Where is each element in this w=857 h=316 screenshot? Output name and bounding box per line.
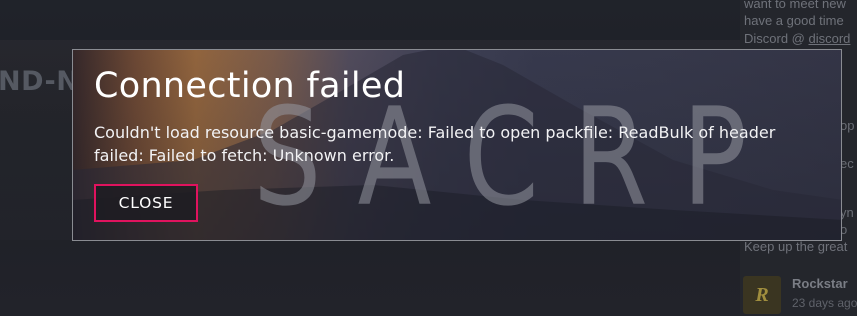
sidebar-partial-text: ec bbox=[840, 156, 854, 171]
error-message: Couldn't load resource basic-gamemode: F… bbox=[94, 123, 776, 165]
discord-link[interactable]: discord bbox=[809, 31, 851, 46]
rockstar-avatar[interactable]: R bbox=[743, 276, 781, 314]
sidebar-text-line: Keep up the great bbox=[744, 239, 848, 254]
sidebar-text-line: want to meet new bbox=[744, 0, 846, 11]
comment-date: 23 days ago bbox=[792, 296, 857, 310]
sidebar-partial-text: yn bbox=[840, 205, 854, 220]
comment-author[interactable]: Rockstar bbox=[792, 276, 848, 291]
dialog-title: Connection failed bbox=[94, 66, 406, 106]
sidebar-text-line: have a good time bbox=[744, 13, 844, 28]
sidebar-text-prefix: Discord @ bbox=[744, 31, 809, 46]
close-button[interactable]: CLOSE bbox=[94, 184, 198, 222]
screen: ND-N want to meet new have a good time D… bbox=[0, 0, 857, 316]
connection-failed-dialog: SACRP Connection failed Couldn't load re… bbox=[72, 49, 842, 241]
sidebar-partial-text: op bbox=[840, 118, 855, 133]
sidebar-text-line: Discord @ discord bbox=[744, 31, 850, 46]
background-heading: ND-N bbox=[0, 66, 80, 97]
